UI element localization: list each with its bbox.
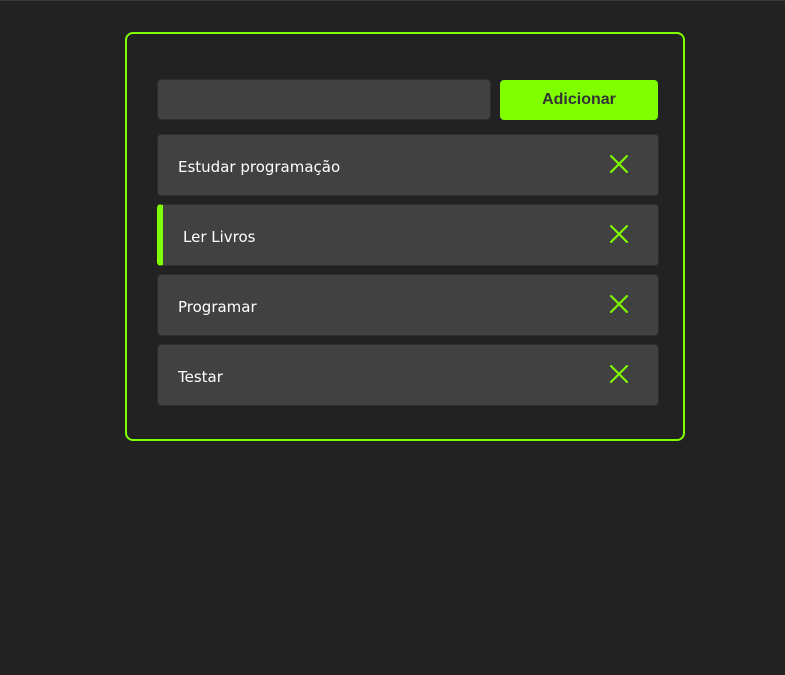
- close-icon: [610, 155, 628, 173]
- close-icon: [610, 365, 628, 383]
- todo-card: Adicionar Estudar programação Ler Livros…: [125, 32, 685, 441]
- task-item[interactable]: Ler Livros: [157, 204, 659, 266]
- close-icon: [610, 225, 628, 243]
- task-label: Testar: [178, 368, 223, 386]
- add-button[interactable]: Adicionar: [500, 80, 658, 120]
- delete-task-button[interactable]: [608, 223, 630, 245]
- delete-task-button[interactable]: [608, 363, 630, 385]
- task-label: Programar: [178, 298, 257, 316]
- add-task-form: Adicionar: [157, 79, 659, 120]
- delete-task-button[interactable]: [608, 153, 630, 175]
- task-item[interactable]: Testar: [157, 344, 659, 406]
- task-item[interactable]: Estudar programação: [157, 134, 659, 196]
- task-label: Estudar programação: [178, 158, 341, 176]
- task-input[interactable]: [157, 79, 491, 120]
- delete-task-button[interactable]: [608, 293, 630, 315]
- task-label: Ler Livros: [183, 228, 256, 246]
- close-icon: [610, 295, 628, 313]
- task-item[interactable]: Programar: [157, 274, 659, 336]
- top-divider: [0, 0, 785, 1]
- task-list: Estudar programação Ler Livros Programar: [157, 134, 659, 414]
